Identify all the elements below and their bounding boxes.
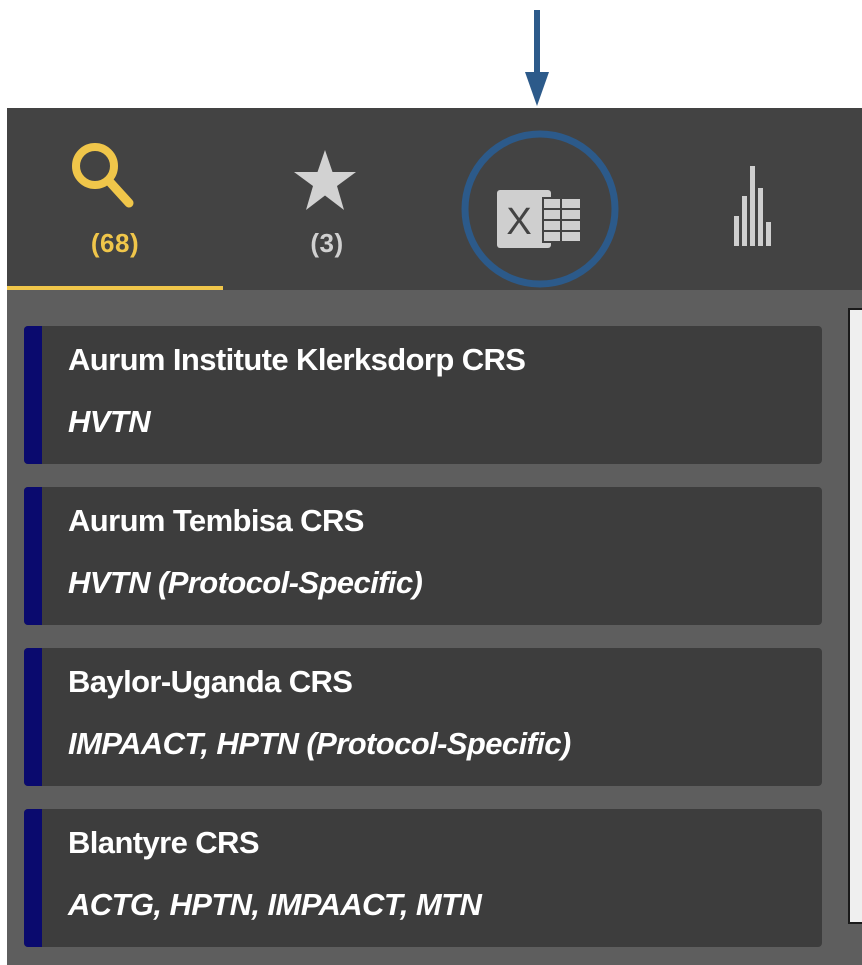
detail-pane-edge [848, 308, 862, 924]
star-icon [294, 150, 356, 210]
tab-export-excel[interactable]: X [431, 108, 641, 290]
site-name: Baylor-Uganda CRS [68, 664, 353, 699]
list-item[interactable]: Aurum Tembisa CRS HVTN (Protocol-Specifi… [24, 487, 822, 625]
bar-chart-icon [734, 166, 771, 246]
search-result-count: (68) [90, 228, 140, 258]
results-list[interactable]: Aurum Institute Klerksdorp CRS HVTN Auru… [7, 302, 844, 965]
card-accent-bar [24, 487, 42, 625]
tab-statistics[interactable] [641, 108, 862, 290]
tab-favorites[interactable]: (3) [223, 108, 431, 290]
tab-search-results[interactable]: (68) [7, 108, 223, 290]
card-accent-bar [24, 809, 42, 947]
detail-pane [844, 302, 862, 965]
toolbar-divider [7, 290, 862, 302]
list-item[interactable]: Aurum Institute Klerksdorp CRS HVTN [24, 326, 822, 464]
list-item[interactable]: Blantyre CRS ACTG, HPTN, IMPAACT, MTN [24, 809, 822, 947]
favorites-count: (3) [310, 228, 344, 258]
search-icon [72, 143, 134, 208]
site-networks: HVTN (Protocol-Specific) [68, 565, 423, 600]
results-toolbar: (68) (3) X [7, 108, 862, 290]
card-accent-bar [24, 648, 42, 786]
site-networks: HVTN [68, 404, 151, 439]
site-name: Blantyre CRS [68, 825, 260, 860]
list-item[interactable]: Baylor-Uganda CRS IMPAACT, HPTN (Protoco… [24, 648, 822, 786]
site-networks: ACTG, HPTN, IMPAACT, MTN [68, 887, 482, 922]
card-accent-bar [24, 326, 42, 464]
site-networks: IMPAACT, HPTN (Protocol-Specific) [68, 726, 571, 761]
excel-export-icon: X [497, 190, 582, 248]
down-arrow-icon [525, 10, 549, 106]
svg-text:X: X [506, 201, 531, 243]
site-name: Aurum Institute Klerksdorp CRS [68, 342, 526, 377]
site-name: Aurum Tembisa CRS [68, 503, 364, 538]
